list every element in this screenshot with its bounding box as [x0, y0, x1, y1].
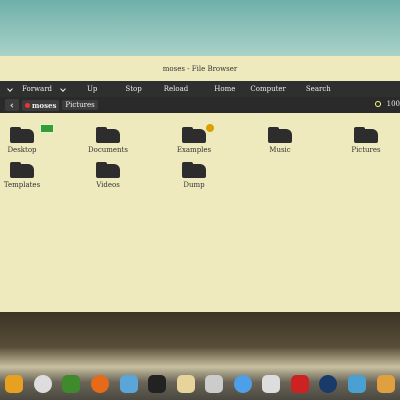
folder-label: Pictures — [351, 146, 381, 154]
folder-icon — [268, 127, 292, 143]
window-titlebar[interactable]: moses - File Browser — [0, 56, 400, 81]
folder-label: Music — [269, 146, 291, 154]
home-label: Home — [214, 85, 236, 93]
tree-icon[interactable] — [62, 375, 81, 393]
file-grid: Desktop Documents Examples Music Picture… — [0, 113, 400, 296]
folder-icon — [96, 127, 120, 143]
zoom-control[interactable]: 100 — [374, 100, 400, 108]
folder-label: Examples — [176, 146, 212, 154]
desktop-wallpaper-top — [0, 0, 400, 56]
firefox-icon[interactable] — [90, 375, 109, 393]
folder-pictures[interactable]: Pictures — [336, 127, 396, 154]
font-viewer-icon[interactable] — [262, 375, 281, 393]
home-icon[interactable] — [376, 375, 395, 393]
forward-button[interactable]: Forward — [22, 85, 52, 93]
folder-examples[interactable]: Examples — [164, 124, 224, 154]
up-button[interactable]: Up — [87, 85, 97, 93]
breadcrumb-pictures[interactable]: Pictures — [62, 100, 98, 110]
folder-icon — [182, 124, 214, 143]
folder-label: Desktop — [7, 146, 37, 154]
folder-icon — [10, 124, 54, 143]
chat-icon[interactable] — [119, 375, 138, 393]
folder-icon — [96, 162, 120, 178]
folder-documents[interactable]: Documents — [78, 127, 138, 154]
monitor-icon[interactable] — [348, 375, 367, 393]
up-label: Up — [87, 85, 98, 93]
window-title: moses - File Browser — [162, 64, 238, 73]
zoom-value: 100 — [386, 100, 400, 108]
money-emblem-icon — [40, 124, 54, 133]
folder-label: Dump — [183, 181, 205, 189]
dock — [0, 373, 400, 395]
home-icon — [25, 102, 30, 108]
search-label: Search — [305, 85, 331, 93]
folder-icon — [354, 127, 378, 143]
eye-icon[interactable] — [319, 375, 338, 393]
file-browser-window: moses - File Browser Forward Up Stop Rel… — [0, 56, 400, 312]
folder-videos[interactable]: Videos — [78, 162, 138, 189]
breadcrumb-back-button[interactable] — [5, 99, 19, 111]
reload-button[interactable]: Reload — [164, 85, 189, 93]
globe-icon[interactable] — [233, 375, 252, 393]
stop-button[interactable]: Stop — [125, 85, 141, 93]
folder-templates[interactable]: Templates — [0, 162, 52, 189]
forward-history-button[interactable] — [61, 87, 66, 92]
folder-label: Videos — [96, 181, 120, 189]
breadcrumb-home-label: moses — [32, 100, 57, 110]
computer-button[interactable]: Computer — [250, 85, 286, 93]
home-button[interactable]: Home — [214, 85, 235, 93]
computer-label: Computer — [250, 85, 286, 93]
stop-label: Stop — [125, 85, 142, 93]
breadcrumb-pictures-label: Pictures — [65, 101, 95, 109]
breadcrumb-home[interactable]: moses — [22, 99, 60, 111]
info-emblem-icon — [206, 124, 214, 132]
red-app-icon[interactable] — [290, 375, 309, 393]
folder-label: Documents — [88, 146, 128, 154]
chevron-down-icon — [61, 87, 66, 92]
location-bar: moses Pictures 100 — [0, 97, 400, 113]
pinwheel-icon[interactable] — [5, 375, 24, 393]
terminal-icon[interactable] — [148, 375, 167, 393]
folder-dump[interactable]: Dump — [164, 162, 224, 189]
folder-icon — [10, 162, 34, 178]
folder-desktop[interactable]: Desktop — [0, 124, 54, 154]
search-button[interactable]: Search — [306, 85, 331, 93]
notes-icon[interactable] — [176, 375, 195, 393]
folder-label: Templates — [3, 181, 41, 189]
chevron-down-icon — [8, 87, 13, 92]
reload-label: Reload — [163, 85, 189, 93]
clock-icon[interactable] — [33, 375, 52, 393]
forward-label: Forward — [22, 85, 53, 93]
toolbar: Forward Up Stop Reload Home Computer Sea… — [0, 81, 400, 97]
folder-music[interactable]: Music — [250, 127, 310, 154]
zoom-icon — [374, 101, 381, 107]
folder-icon — [182, 162, 206, 178]
back-button[interactable] — [8, 87, 13, 92]
headphones-icon[interactable] — [205, 375, 224, 393]
